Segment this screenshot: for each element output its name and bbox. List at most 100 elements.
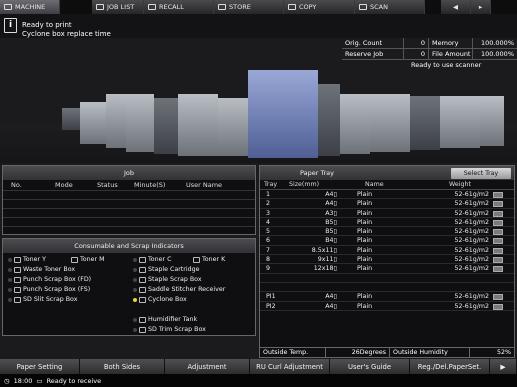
- tray-paper-name: Plain: [357, 293, 373, 301]
- tab-machine[interactable]: MACHINE: [0, 0, 60, 14]
- orig-count-label: Orig. Count: [342, 38, 404, 48]
- tray-paper-name: Plain: [357, 218, 373, 226]
- tray-number: 7: [266, 246, 271, 254]
- tray-row[interactable]: 1 A4▯ Plain 52-61g/m2: [260, 190, 514, 200]
- select-tray-button[interactable]: Select Tray: [451, 168, 511, 179]
- staple-icon: [139, 276, 146, 283]
- tray-row[interactable]: PI1 A4▯ Plain 52-61g/m2: [260, 292, 514, 302]
- users-guide-button[interactable]: User's Guide: [330, 359, 410, 374]
- machine-icon: [4, 4, 12, 10]
- job-row[interactable]: [3, 191, 255, 200]
- status-bar: ◷ 18:00 ▭ Ready to receive: [0, 374, 517, 387]
- reserve-job-label: Reserve Job: [342, 49, 404, 59]
- tank-icon: [139, 316, 146, 323]
- consumables-title: Consumable and Scrap Indicators: [3, 239, 255, 253]
- clock-icon: ◷: [4, 376, 10, 385]
- warning-dot-icon: [133, 297, 137, 302]
- tray-row[interactable]: 4 B5▯ Plain 52-61g/m2: [260, 218, 514, 228]
- job-row[interactable]: [3, 218, 255, 227]
- tray-row[interactable]: PI2 A4▯ Plain 52-61g/m2: [260, 302, 514, 311]
- tray-number: PI2: [266, 302, 276, 310]
- both-sides-button[interactable]: Both Sides: [80, 359, 165, 374]
- punch-icon: [14, 276, 21, 283]
- scanner-status: Ready to use scanner: [411, 61, 482, 69]
- punch-icon: [14, 286, 21, 293]
- tray-size: A4▯: [325, 302, 337, 310]
- tray-number: 3: [266, 209, 271, 217]
- paper-level-icon: [493, 238, 503, 245]
- list-icon: [96, 4, 104, 10]
- tab-job-list[interactable]: JOB LIST: [92, 0, 144, 14]
- counters-table: Orig. Count 0 Memory 100.000% Reserve Jo…: [342, 38, 517, 61]
- tray-col-size: Size(mm): [289, 181, 320, 188]
- tray-weight: 52-61g/m2: [454, 200, 489, 208]
- tray-paper-name: Plain: [357, 265, 373, 273]
- job-row[interactable]: [3, 200, 255, 209]
- tray-size: A4▯: [325, 293, 337, 301]
- paper-setting-button[interactable]: Paper Setting: [0, 359, 80, 374]
- top-tabs: MACHINE JOB LIST RECALL STORE COPY SCAN …: [0, 0, 517, 14]
- tray-number: 2: [266, 200, 271, 208]
- reg-del-paperset-button[interactable]: Reg./Del.PaperSet.: [410, 359, 490, 374]
- tray-size: A3▯: [325, 209, 337, 217]
- adjustment-button[interactable]: Adjustment: [165, 359, 250, 374]
- staple-cartridge-indicator: Staple Cartridge: [133, 266, 199, 273]
- tray-row[interactable]: 3 A3▯ Plain 52-61g/m2: [260, 209, 514, 218]
- outside-temp-value: 26Degrees: [326, 348, 390, 357]
- scan-icon: [359, 4, 367, 10]
- tray-size: 8.5x11▯: [311, 246, 337, 254]
- tray-number: 4: [266, 218, 271, 226]
- tray-size: B5▯: [325, 218, 337, 226]
- job-col-no: No.: [11, 181, 22, 189]
- environment-bar: Outside Temp. 26Degrees Outside Humidity…: [260, 347, 514, 357]
- tray-row[interactable]: 2 A4▯ Plain 52-61g/m2: [260, 199, 514, 209]
- volume-button[interactable]: ◀: [441, 0, 471, 14]
- status-dot-icon: [8, 277, 12, 282]
- status-dot-icon: [133, 287, 137, 292]
- tray-paper-name: Plain: [357, 302, 373, 310]
- memory-value: 100.000%: [480, 39, 514, 47]
- tray-size: B5▯: [325, 228, 337, 236]
- tray-col-weight: Weight: [449, 181, 471, 188]
- orig-count-value: 0: [404, 38, 429, 48]
- job-panel-title: Job: [3, 166, 255, 180]
- status-dot-icon: [133, 277, 137, 282]
- copy-icon: [288, 4, 296, 10]
- next-button[interactable]: ▶: [490, 359, 517, 374]
- tray-row[interactable]: 9 12x18▯ Plain 52-61g/m2: [260, 264, 514, 274]
- more-button[interactable]: ▸: [471, 0, 491, 14]
- toner-icon: [139, 256, 146, 263]
- ru-curl-adjustment-button[interactable]: RU Curl Adjustment: [250, 359, 330, 374]
- status-dot-icon: [8, 267, 12, 272]
- tray-row[interactable]: 5 B5▯ Plain 52-61g/m2: [260, 227, 514, 237]
- tray-row[interactable]: 8 9x11▯ Plain 52-61g/m2: [260, 255, 514, 265]
- tray-paper-name: Plain: [357, 228, 373, 236]
- job-row[interactable]: [3, 209, 255, 218]
- punch-scrap-fd-indicator: Punch Scrap Box (FD): [8, 276, 91, 283]
- tray-size: 9x11▯: [317, 256, 337, 264]
- tab-store[interactable]: STORE: [214, 0, 284, 14]
- toner-c-indicator: Toner C: [133, 256, 171, 263]
- paper-level-icon: [493, 257, 503, 264]
- status-dot-icon: [8, 297, 12, 302]
- tray-row[interactable]: 6 B4▯ Plain 52-61g/m2: [260, 236, 514, 246]
- status-dot-icon: [133, 317, 137, 322]
- tab-recall[interactable]: RECALL: [144, 0, 214, 14]
- tab-scan[interactable]: SCAN: [355, 0, 425, 14]
- tray-weight: 52-61g/m2: [454, 228, 489, 236]
- toner-m-indicator: Toner M: [71, 256, 105, 263]
- saddle-stitcher-indicator: Saddle Stitcher Receiver: [133, 286, 225, 293]
- tray-row[interactable]: 7 8.5x11▯ Plain 52-61g/m2: [260, 246, 514, 256]
- paper-level-icon: [493, 229, 503, 236]
- tray-number: PI1: [266, 293, 276, 301]
- tab-copy[interactable]: COPY: [284, 0, 355, 14]
- paper-level-icon: [493, 210, 503, 217]
- job-panel: Job No. Mode Status Minute(S) User Name: [2, 165, 256, 235]
- tray-paper-name: Plain: [357, 237, 373, 245]
- waste-toner-box-indicator: Waste Toner Box: [8, 266, 75, 273]
- status-dot-icon: [133, 267, 137, 272]
- paper-level-icon: [493, 201, 503, 208]
- print-icon: ▭: [36, 376, 43, 385]
- tray-paper-name: Plain: [357, 256, 373, 264]
- job-col-mode: Mode: [55, 181, 73, 189]
